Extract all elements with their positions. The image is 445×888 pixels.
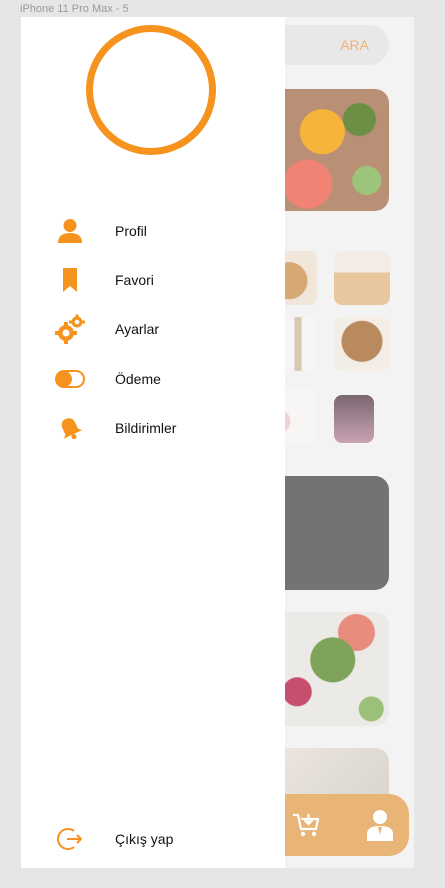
menu-item-favori[interactable]: Favori bbox=[55, 265, 275, 295]
bell-icon bbox=[55, 413, 85, 443]
menu-item-bildirimler[interactable]: Bildirimler bbox=[55, 413, 275, 443]
bookmark-icon bbox=[55, 265, 85, 295]
logout-button[interactable]: Çıkış yap bbox=[55, 824, 275, 854]
menu-item-ayarlar[interactable]: Ayarlar bbox=[55, 314, 275, 344]
category-thumb-phone[interactable] bbox=[334, 395, 374, 443]
search-button[interactable]: ARA bbox=[340, 37, 369, 53]
menu-item-label: Ödeme bbox=[115, 371, 161, 387]
toggle-icon bbox=[55, 364, 85, 394]
menu-item-odeme[interactable]: Ödeme bbox=[55, 364, 275, 394]
menu-item-label: Ayarlar bbox=[115, 321, 160, 337]
avatar[interactable] bbox=[86, 25, 216, 155]
logout-icon bbox=[55, 824, 85, 854]
menu-item-profil[interactable]: Profil bbox=[55, 216, 275, 246]
category-thumb-ice-cream[interactable] bbox=[334, 251, 390, 305]
frame-label: iPhone 11 Pro Max - 5 bbox=[20, 3, 129, 15]
logout-label: Çıkış yap bbox=[115, 831, 174, 847]
menu-item-label: Favori bbox=[115, 272, 154, 288]
person-icon bbox=[55, 216, 85, 246]
navigation-drawer: Profil Favori Ayarlar Ödeme Bildirimler … bbox=[21, 17, 285, 868]
menu-item-label: Profil bbox=[115, 223, 147, 239]
menu-item-label: Bildirimler bbox=[115, 420, 177, 436]
category-thumb-dog[interactable] bbox=[334, 317, 390, 371]
account-icon[interactable] bbox=[365, 808, 395, 842]
gears-icon bbox=[55, 314, 85, 344]
cart-icon[interactable] bbox=[291, 810, 321, 840]
